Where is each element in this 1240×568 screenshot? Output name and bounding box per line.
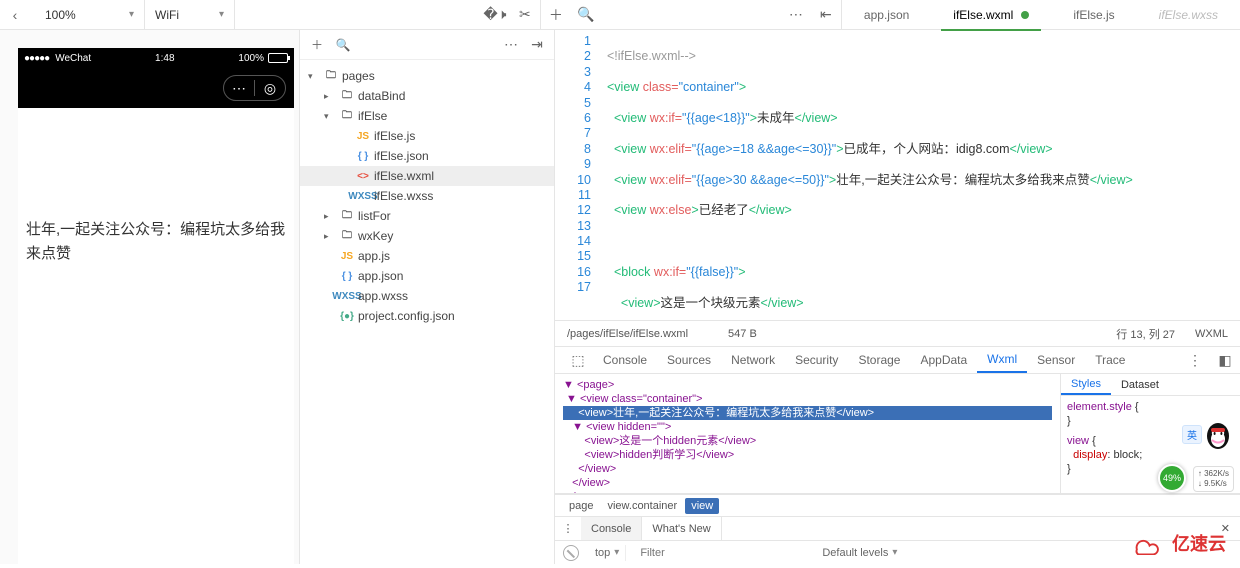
status-size: 547 B	[728, 328, 757, 340]
zoom-value: 100%	[45, 8, 129, 22]
capsule-more-button[interactable]: ⋯	[224, 80, 254, 97]
bc-page[interactable]: page	[563, 498, 599, 514]
phone-frame: ●●●●● WeChat 1:48 100% ⋯ ◎ 壮年,一起关注公众号：编程…	[18, 48, 294, 568]
zoom-selector[interactable]: 100% ▾	[35, 0, 145, 29]
carrier-label: WeChat	[55, 53, 91, 64]
collapse-tree-icon[interactable]: ⇥	[528, 30, 546, 60]
dt-console[interactable]: Console	[593, 347, 657, 373]
context-selector[interactable]: top▾	[589, 545, 626, 561]
time-label: 1:48	[91, 53, 238, 64]
tab-ifelse-js[interactable]: ifElse.js	[1051, 0, 1136, 30]
dom-breadcrumb: page view.container view	[555, 494, 1240, 516]
devtools-dock-icon[interactable]: ◧	[1210, 345, 1240, 375]
more-icon[interactable]: ⋯	[781, 0, 811, 30]
search-files-button[interactable]: 🔍	[334, 30, 352, 60]
dt-wxml[interactable]: Wxml	[977, 347, 1027, 373]
wxml-dom-pane[interactable]: ▼ <page> ▼ <view class="container"> <vie…	[555, 374, 1060, 493]
page-text: 壮年,一起关注公众号：编程坑太多给我来点赞	[26, 218, 286, 266]
filter-input[interactable]	[636, 545, 806, 561]
cut-icon[interactable]: ✂	[510, 0, 540, 30]
add-tab-button[interactable]: ＋	[541, 0, 571, 30]
bc-view[interactable]: view	[685, 498, 719, 514]
brand-logo: 亿速云	[1128, 530, 1226, 556]
selected-dom-node[interactable]: <view>壮年,一起关注公众号：编程坑太多给我来点赞</view>	[563, 406, 1052, 420]
lang-badge: 英	[1182, 425, 1202, 444]
file-app-wxss[interactable]: WXSSapp.wxss	[300, 286, 554, 306]
status-lang: WXML	[1195, 328, 1228, 340]
qq-icon[interactable]	[1200, 420, 1236, 456]
top-toolbar: ‹ 100% ▾ WiFi ▾ �﻿🕨 ✂ ＋ 🔍 ⋯ ⇤ app.json i…	[0, 0, 1240, 30]
progress-badge: 49%	[1158, 464, 1186, 492]
tab-ifelse-wxss[interactable]: ifElse.wxss	[1137, 0, 1240, 30]
file-app-json[interactable]: { }app.json	[300, 266, 554, 286]
network-selector[interactable]: WiFi ▾	[145, 0, 235, 29]
file-tree: ▾🗀pages ▸🗀dataBind ▾🗀ifElse JSifElse.js …	[300, 60, 554, 332]
folder-wxkey[interactable]: ▸🗀wxKey	[300, 226, 554, 246]
search-icon[interactable]: 🔍	[571, 0, 601, 30]
file-app-js[interactable]: JSapp.js	[300, 246, 554, 266]
devtools-tab-bar: ⬚ Console Sources Network Security Stora…	[555, 346, 1240, 374]
whatsnew-tab[interactable]: What's New	[642, 517, 721, 540]
modified-dot-icon	[1021, 11, 1029, 19]
capsule-menu: ⋯ ◎	[223, 75, 286, 101]
chevron-down-icon: ▾	[219, 9, 224, 20]
dt-security[interactable]: Security	[785, 347, 848, 373]
line-gutter: 1234567891011121314151617	[555, 30, 601, 320]
chevron-left-icon[interactable]: ‹	[0, 0, 30, 30]
network-speed-badge: ↑ 362K/s↓ 9.5K/s	[1193, 466, 1234, 492]
layout-icon[interactable]: ⇤	[811, 0, 841, 30]
inspect-icon[interactable]: ⬚	[563, 345, 593, 375]
folder-databind[interactable]: ▸🗀dataBind	[300, 86, 554, 106]
chevron-down-icon: ▾	[129, 9, 134, 20]
simulator-pane: ●●●●● WeChat 1:48 100% ⋯ ◎ 壮年,一起关注公众号：编程…	[0, 30, 300, 564]
dataset-tab[interactable]: Dataset	[1111, 374, 1169, 395]
phone-nav-bar: ⋯ ◎	[18, 68, 294, 108]
add-file-button[interactable]: ＋	[308, 30, 326, 60]
dt-storage[interactable]: Storage	[848, 347, 910, 373]
file-ifelse-json[interactable]: { }ifElse.json	[300, 146, 554, 166]
dt-network[interactable]: Network	[721, 347, 785, 373]
file-tree-pane: ＋ 🔍 ⋯ ⇥ ▾🗀pages ▸🗀dataBind ▾🗀ifElse JSif…	[300, 30, 555, 564]
code-editor[interactable]: 1234567891011121314151617 <!ifElse.wxml-…	[555, 30, 1240, 320]
signal-icon: ●●●●●	[24, 53, 49, 64]
levels-selector[interactable]: Default levels▾	[816, 545, 903, 561]
devtools-more-icon[interactable]: ⋮	[1180, 345, 1210, 375]
status-path: /pages/ifElse/ifElse.wxml	[567, 328, 688, 340]
tab-ifelse-wxml[interactable]: ifElse.wxml	[931, 0, 1051, 30]
styles-tab[interactable]: Styles	[1061, 374, 1111, 395]
dt-sensor[interactable]: Sensor	[1027, 347, 1085, 373]
tab-app-json[interactable]: app.json	[842, 0, 931, 30]
file-project-config[interactable]: {●}project.config.json	[300, 306, 554, 326]
file-ifelse-js[interactable]: JSifElse.js	[300, 126, 554, 146]
dt-trace[interactable]: Trace	[1085, 347, 1135, 373]
capsule-close-button[interactable]: ◎	[255, 80, 285, 97]
phone-status-bar: ●●●●● WeChat 1:48 100%	[18, 48, 294, 68]
mute-icon[interactable]: �﻿🕨	[480, 0, 510, 30]
dt-appdata[interactable]: AppData	[910, 347, 977, 373]
folder-pages[interactable]: ▾🗀pages	[300, 66, 554, 86]
bc-container[interactable]: view.container	[601, 498, 683, 514]
folder-ifelse[interactable]: ▾🗀ifElse	[300, 106, 554, 126]
bottom-menu-icon[interactable]: ⋮	[555, 522, 581, 535]
clear-console-icon[interactable]	[563, 545, 579, 561]
dt-sources[interactable]: Sources	[657, 347, 721, 373]
console-tab[interactable]: Console	[581, 517, 642, 540]
editor-status-bar: /pages/ifElse/ifElse.wxml 547 B 行 13, 列 …	[555, 320, 1240, 346]
tree-more-icon[interactable]: ⋯	[502, 30, 520, 60]
folder-listfor[interactable]: ▸🗀listFor	[300, 206, 554, 226]
file-ifelse-wxss[interactable]: WXSSifElse.wxss	[300, 186, 554, 206]
code-body[interactable]: <!ifElse.wxml--> <view class="container"…	[601, 30, 1240, 320]
battery-label: 100%	[238, 53, 264, 64]
file-ifelse-wxml[interactable]: <>ifElse.wxml	[300, 166, 554, 186]
phone-page-body: 壮年,一起关注公众号：编程坑太多给我来点赞	[18, 108, 294, 568]
battery-icon	[268, 53, 288, 63]
status-cursor: 行 13, 列 27	[1116, 326, 1175, 342]
network-value: WiFi	[155, 8, 219, 22]
